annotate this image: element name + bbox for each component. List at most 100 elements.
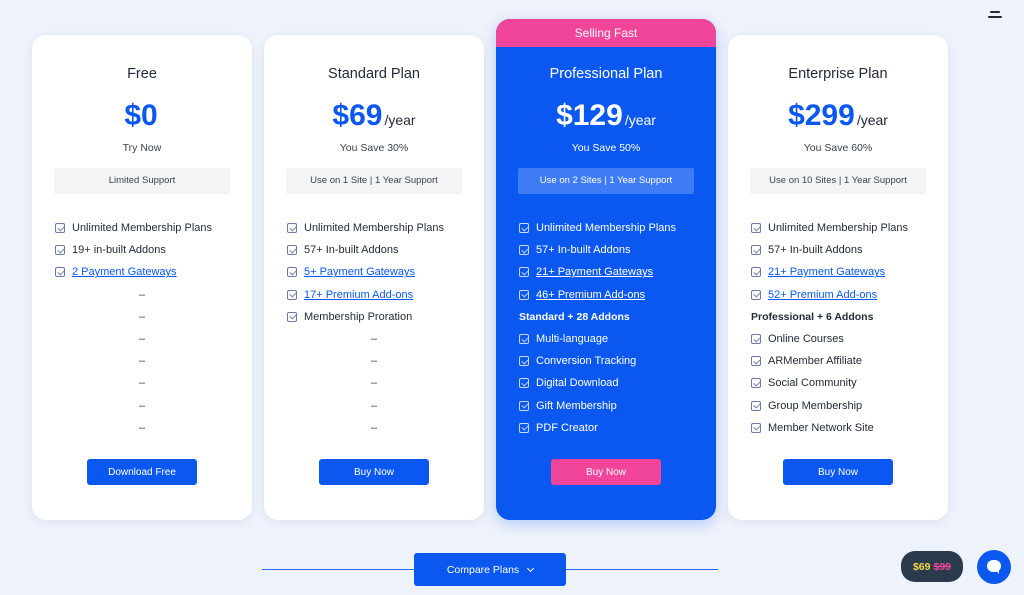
- price: $129: [556, 99, 623, 132]
- support-info: Limited Support: [54, 168, 230, 194]
- feature-item: 5+ Payment Gateways: [287, 261, 474, 283]
- feature-link[interactable]: 5+ Payment Gateways: [304, 266, 415, 278]
- feature-item: Unlimited Membership Plans: [55, 217, 242, 239]
- plan-card-free: Free $0 Try Now Limited Support Unlimite…: [32, 35, 252, 520]
- check-icon: [751, 245, 761, 256]
- check-icon: [751, 378, 761, 389]
- feature-link[interactable]: 21+ Payment Gateways: [536, 266, 653, 278]
- chevron-down-icon: [527, 564, 535, 572]
- feature-item-empty: –: [138, 310, 146, 323]
- price-period: /year: [856, 112, 888, 128]
- check-icon: [287, 223, 297, 234]
- plan-name: Professional Plan: [549, 66, 663, 82]
- feature-label: Unlimited Membership Plans: [536, 222, 676, 235]
- check-icon: [287, 267, 297, 278]
- selling-fast-badge: Selling Fast: [496, 19, 716, 47]
- feature-label: PDF Creator: [536, 421, 598, 434]
- feature-item: 57+ In-built Addons: [751, 239, 938, 261]
- feature-item: PDF Creator: [519, 417, 706, 439]
- feature-link[interactable]: 21+ Payment Gateways: [768, 266, 885, 278]
- compare-plans-label: Compare Plans: [446, 563, 520, 576]
- buy-now-professional-button[interactable]: Buy Now: [551, 459, 661, 485]
- feature-item: Social Community: [751, 372, 938, 394]
- feature-item: Unlimited Membership Plans: [519, 217, 706, 239]
- compare-plans-button[interactable]: Compare Plans: [414, 553, 566, 586]
- feature-label: ARMember Affiliate: [768, 355, 862, 368]
- feature-item: Online Courses: [751, 328, 938, 350]
- check-icon: [287, 311, 297, 322]
- plan-name: Enterprise Plan: [788, 66, 888, 82]
- feature-item: Member Network Site: [751, 417, 938, 439]
- buy-now-enterprise-button[interactable]: Buy Now: [783, 459, 893, 485]
- feature-label: 19+ in-built Addons: [72, 244, 166, 257]
- feature-label: Multi-language: [536, 333, 609, 346]
- check-icon: [519, 223, 529, 234]
- price-row: $129/year: [496, 99, 716, 133]
- feature-label: Social Community: [768, 377, 857, 390]
- support-info: Use on 2 Sites | 1 Year Support: [518, 168, 694, 194]
- price: $0: [124, 99, 158, 132]
- feature-item: Group Membership: [751, 395, 938, 417]
- check-icon: [55, 245, 65, 256]
- feature-label: 57+ In-built Addons: [536, 244, 631, 257]
- promo-old-price: $99: [933, 560, 952, 573]
- price: $299: [788, 99, 855, 132]
- feature-label: Unlimited Membership Plans: [72, 222, 212, 235]
- feature-link[interactable]: 17+ Premium Add-ons: [304, 289, 413, 301]
- feature-item-empty: –: [138, 399, 146, 412]
- check-icon: [751, 356, 761, 367]
- feature-group-heading: Professional + 6 Addons: [751, 310, 874, 323]
- feature-item: Unlimited Membership Plans: [751, 217, 938, 239]
- check-icon: [751, 400, 761, 411]
- check-icon: [287, 289, 297, 300]
- check-icon: [751, 289, 761, 300]
- check-icon: [751, 334, 761, 345]
- feature-item: 46+ Premium Add-ons: [519, 284, 706, 306]
- check-icon: [55, 267, 65, 278]
- divider-line: [262, 569, 414, 570]
- download-free-button[interactable]: Download Free: [87, 459, 197, 485]
- feature-label: Digital Download: [536, 377, 619, 390]
- check-icon: [55, 223, 65, 234]
- feature-label: Conversion Tracking: [536, 355, 637, 368]
- menu-icon[interactable]: [986, 8, 1004, 22]
- feature-item: 19+ in-built Addons: [55, 239, 242, 261]
- feature-link[interactable]: 46+ Premium Add-ons: [536, 289, 645, 301]
- feature-item: 2 Payment Gateways: [55, 261, 242, 283]
- feature-item: Multi-language: [519, 328, 706, 350]
- check-icon: [519, 267, 529, 278]
- feature-label: Unlimited Membership Plans: [304, 222, 444, 235]
- feature-list: Unlimited Membership Plans 57+ In-built A…: [751, 217, 938, 439]
- plan-name: Standard Plan: [328, 66, 420, 82]
- feature-item: Gift Membership: [519, 395, 706, 417]
- price: $69: [332, 99, 383, 132]
- plan-card-standard: Standard Plan $69/year You Save 30% Use …: [264, 35, 484, 520]
- feature-item-empty: –: [370, 355, 378, 368]
- feature-item: ARMember Affiliate: [751, 350, 938, 372]
- plan-subtext: Try Now: [122, 142, 162, 154]
- feature-label: Member Network Site: [768, 421, 874, 434]
- plan-name: Free: [127, 66, 157, 82]
- chat-button[interactable]: [977, 550, 1011, 584]
- promo-price-badge[interactable]: $69 $99: [901, 551, 963, 582]
- support-info: Use on 10 Sites | 1 Year Support: [750, 168, 926, 194]
- check-icon: [751, 223, 761, 234]
- check-icon: [519, 400, 529, 411]
- feature-item-empty: –: [370, 399, 378, 412]
- buy-now-standard-button[interactable]: Buy Now: [319, 459, 429, 485]
- feature-link[interactable]: 2 Payment Gateways: [72, 266, 177, 278]
- feature-link[interactable]: 52+ Premium Add-ons: [768, 289, 877, 301]
- feature-item-empty: –: [370, 377, 378, 390]
- feature-item-empty: –: [138, 333, 146, 346]
- price-row: $0: [32, 99, 252, 133]
- divider-line: [566, 569, 718, 570]
- price-row: $299/year: [728, 99, 948, 133]
- plan-card-professional: Selling Fast Professional Plan $129/year…: [496, 19, 716, 520]
- check-icon: [519, 378, 529, 389]
- feature-list: Unlimited Membership Plans 57+ In-built A…: [287, 217, 474, 439]
- plan-subtext: You Save 60%: [803, 142, 873, 154]
- feature-item: 57+ In-built Addons: [519, 239, 706, 261]
- feature-item: 52+ Premium Add-ons: [751, 284, 938, 306]
- check-icon: [519, 422, 529, 433]
- feature-label: Unlimited Membership Plans: [768, 222, 908, 235]
